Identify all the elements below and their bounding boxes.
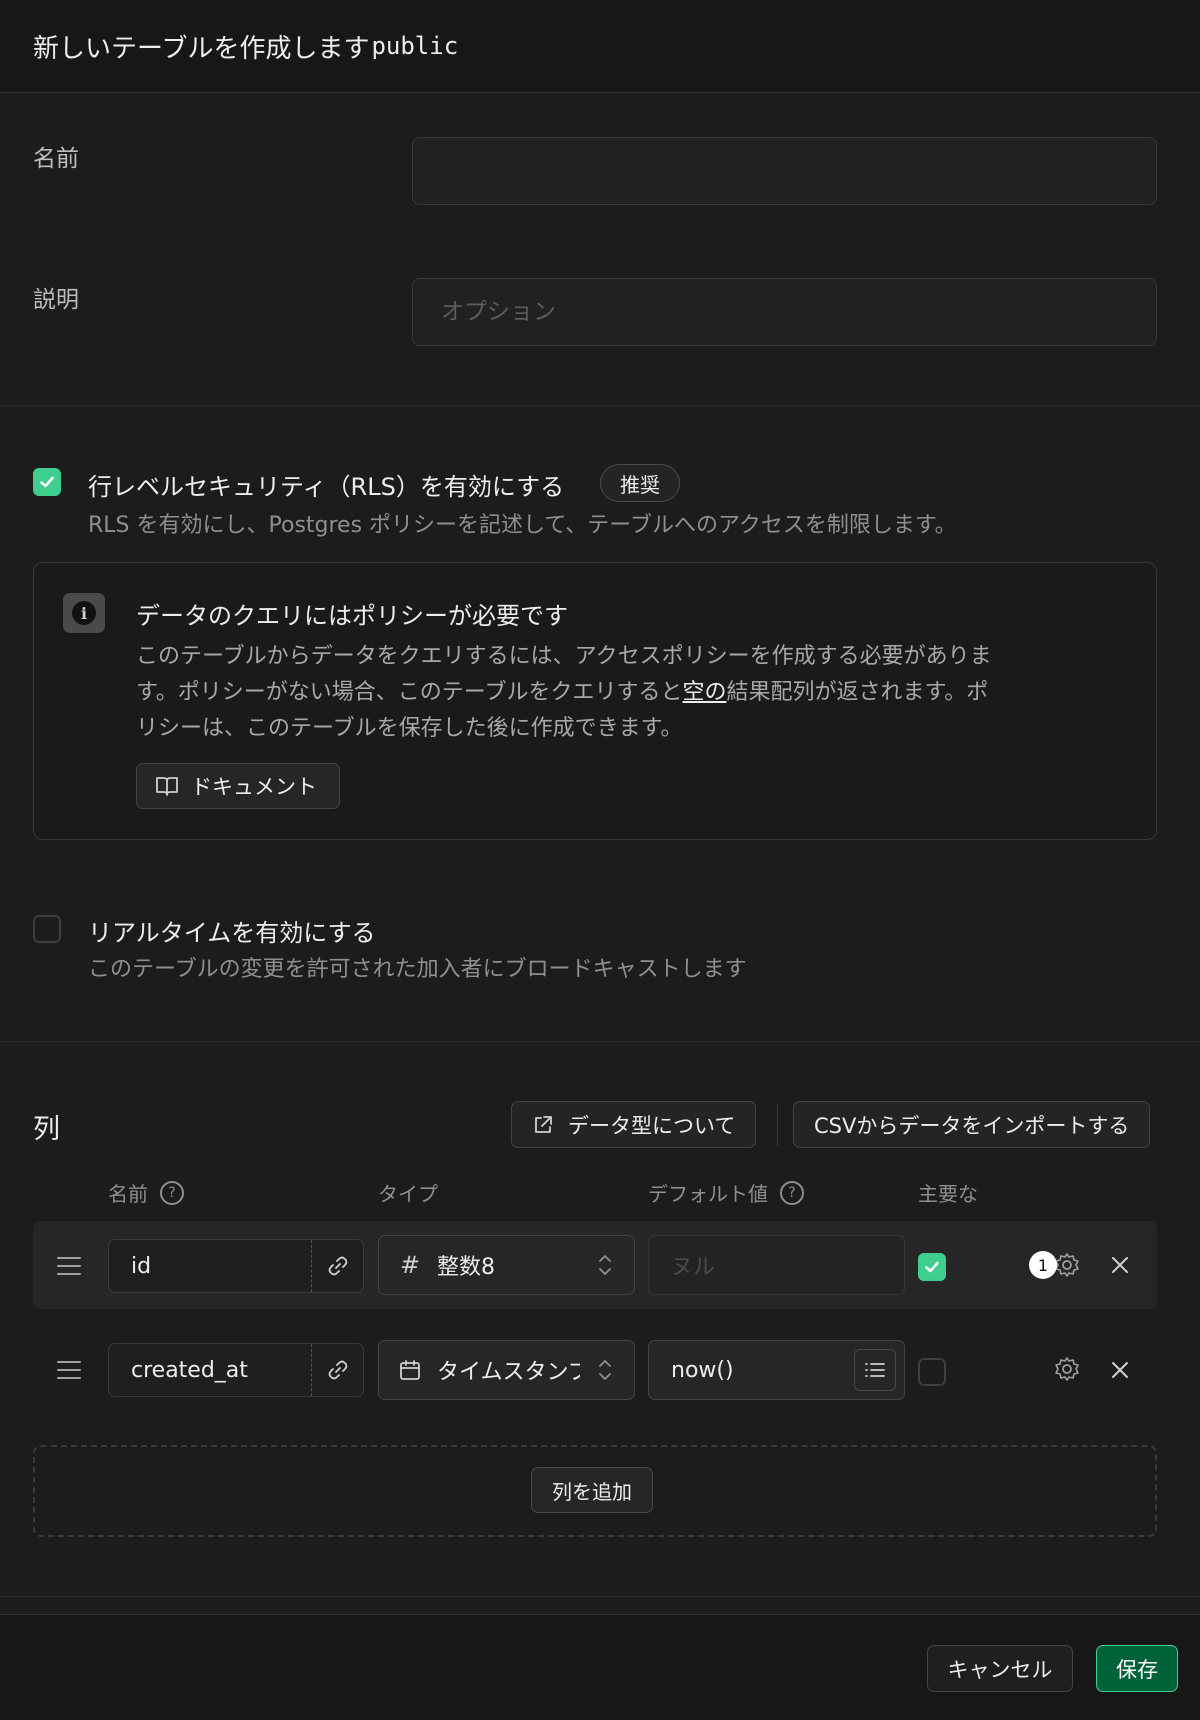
info-title: データのクエリにはポリシーが必要です <box>136 602 568 630</box>
rls-title: 行レベルセキュリティ（RLS）を有効にする <box>88 473 565 501</box>
calendar-icon <box>400 1360 420 1380</box>
column-name-input[interactable]: id <box>108 1239 364 1293</box>
header-default-label: デフォルト値 <box>648 1182 768 1206</box>
add-column-button[interactable]: 列を追加 <box>531 1467 653 1513</box>
table-description-input[interactable] <box>412 278 1157 346</box>
link-icon <box>328 1360 347 1380</box>
column-type-select[interactable]: タイムスタンプ <box>378 1340 635 1400</box>
recommended-badge: 推奨 <box>600 464 680 502</box>
book-icon <box>156 777 178 796</box>
panel-title: 新しいテーブルを作成します <box>33 33 370 64</box>
header-default: デフォルト値 ? <box>648 1178 804 1207</box>
default-placeholder: ヌル <box>671 1255 716 1280</box>
rls-checkbox[interactable] <box>33 468 61 496</box>
info-icon: i <box>63 593 105 633</box>
name-label: 名前 <box>33 146 79 172</box>
chevron-up-down-icon <box>599 1255 611 1275</box>
header-type-label: タイプ <box>378 1182 438 1206</box>
close-icon[interactable] <box>1108 1253 1132 1277</box>
header-name: 名前 ? <box>108 1178 184 1207</box>
close-icon[interactable] <box>1108 1358 1132 1382</box>
divider <box>0 1596 1200 1597</box>
panel-header: 新しいテーブルを作成します public <box>0 0 1200 93</box>
check-icon <box>40 476 54 488</box>
divider <box>0 405 1200 406</box>
policy-info-box: i データのクエリにはポリシーが必要です このテーブルからデータをクエリするには… <box>33 562 1157 840</box>
help-icon[interactable]: ? <box>780 1180 804 1205</box>
realtime-description: このテーブルの変更を許可された加入者にブロードキャストします <box>88 957 747 982</box>
separator <box>777 1104 778 1146</box>
columns-title: 列 <box>33 1114 60 1145</box>
foreign-key-link-button[interactable] <box>311 1344 363 1396</box>
gear-icon[interactable] <box>1053 1355 1081 1383</box>
external-link-icon <box>535 1115 552 1133</box>
table-name-input[interactable] <box>412 137 1157 205</box>
docs-button[interactable]: ドキュメント <box>136 763 340 809</box>
primary-key-checkbox[interactable] <box>918 1358 946 1386</box>
hash-icon: # <box>399 1251 421 1279</box>
cancel-button[interactable]: キャンセル <box>927 1645 1073 1692</box>
column-name-value: id <box>131 1253 152 1279</box>
info-body: このテーブルからデータをクエリするには、アクセスポリシーを作成する必要がありま … <box>136 639 1136 747</box>
rls-description: RLS を有効にし、Postgres ポリシーを記述して、テーブルへのアクセスを… <box>88 513 957 538</box>
list-icon <box>865 1363 885 1377</box>
header-primary-label: 主要な <box>918 1182 978 1206</box>
column-type-value: タイムスタンプ <box>437 1360 580 1385</box>
data-types-button[interactable]: データ型について <box>511 1101 757 1148</box>
empty-link[interactable]: 空の <box>682 680 726 705</box>
schema-name: public <box>371 32 459 60</box>
docs-button-label: ドキュメント <box>191 775 317 799</box>
column-name-value: created_at <box>131 1357 248 1383</box>
default-suggestions-button[interactable] <box>854 1349 896 1391</box>
save-button[interactable]: 保存 <box>1096 1645 1178 1692</box>
default-value-input[interactable]: now() <box>648 1340 905 1400</box>
notification-badge: 1 <box>1029 1251 1057 1279</box>
column-type-value: 整数8 <box>437 1255 495 1280</box>
gear-icon[interactable] <box>1053 1251 1081 1279</box>
info-body-line: す。ポリシーがない場合、このテーブルをクエリすると空の結果配列が返されます。ポ <box>136 675 1136 711</box>
default-value: now() <box>671 1357 734 1383</box>
info-text: す。ポリシーがない場合、このテーブルをクエリすると <box>136 680 683 705</box>
data-types-label: データ型について <box>568 1113 736 1138</box>
header-primary: 主要な <box>918 1178 978 1207</box>
header-type: タイプ <box>378 1178 438 1207</box>
link-icon <box>328 1256 347 1276</box>
default-value-input[interactable]: ヌル <box>648 1235 905 1295</box>
description-label: 説明 <box>33 287 79 313</box>
drag-handle-icon[interactable] <box>57 1361 81 1379</box>
chevron-up-down-icon <box>599 1360 611 1380</box>
primary-key-checkbox[interactable] <box>918 1253 946 1281</box>
column-type-select[interactable]: # 整数8 <box>378 1235 635 1295</box>
drag-handle-icon[interactable] <box>57 1257 81 1275</box>
foreign-key-link-button[interactable] <box>311 1240 363 1292</box>
help-icon[interactable]: ? <box>160 1180 184 1205</box>
realtime-title: リアルタイムを有効にする <box>88 919 376 947</box>
check-icon <box>925 1261 939 1273</box>
realtime-checkbox[interactable] <box>33 915 61 943</box>
info-body-line: このテーブルからデータをクエリするには、アクセスポリシーを作成する必要がありま <box>136 644 992 669</box>
divider <box>0 1041 1200 1042</box>
header-name-label: 名前 <box>108 1182 148 1206</box>
info-text: 結果配列が返されます。ポ <box>726 680 989 705</box>
column-name-input[interactable]: created_at <box>108 1343 364 1397</box>
info-body-line: リシーは、このテーブルを保存した後に作成できます。 <box>136 716 683 741</box>
import-csv-button[interactable]: CSVからデータをインポートする <box>793 1101 1151 1148</box>
import-csv-label: CSVからデータをインポートする <box>814 1113 1130 1138</box>
